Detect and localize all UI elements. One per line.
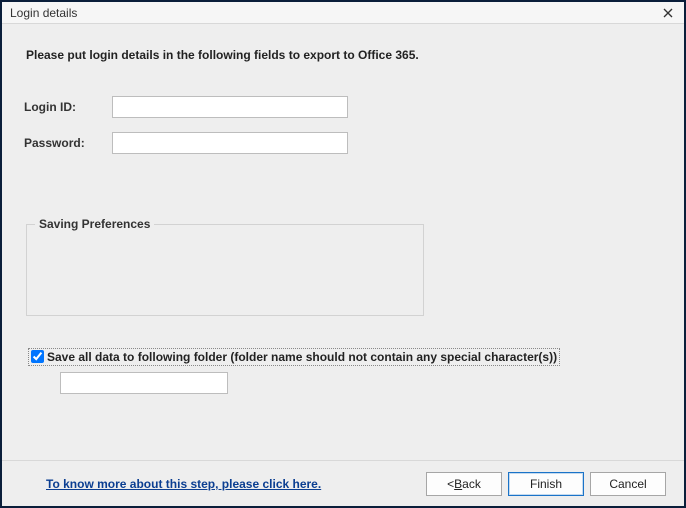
login-id-row: Login ID:	[24, 96, 662, 118]
cancel-button[interactable]: Cancel	[590, 472, 666, 496]
password-label: Password:	[24, 136, 112, 150]
back-button[interactable]: < Back	[426, 472, 502, 496]
login-id-label: Login ID:	[24, 100, 112, 114]
password-input[interactable]	[112, 132, 348, 154]
instruction-text: Please put login details in the followin…	[26, 48, 662, 62]
save-folder-section: Save all data to following folder (folde…	[28, 348, 662, 395]
titlebar: Login details	[2, 2, 684, 24]
save-folder-label: Save all data to following folder (folde…	[47, 350, 557, 364]
help-link[interactable]: To know more about this step, please cli…	[46, 477, 321, 491]
folder-name-input[interactable]	[60, 372, 228, 394]
finish-button[interactable]: Finish	[508, 472, 584, 496]
dialog-footer: To know more about this step, please cli…	[2, 460, 684, 506]
login-details-dialog: Login details Please put login details i…	[0, 0, 686, 508]
save-folder-checkbox[interactable]	[31, 350, 44, 363]
window-title: Login details	[10, 6, 658, 20]
dialog-content: Please put login details in the followin…	[2, 24, 684, 460]
close-button[interactable]	[658, 5, 678, 21]
login-id-input[interactable]	[112, 96, 348, 118]
save-folder-option[interactable]: Save all data to following folder (folde…	[28, 348, 560, 366]
saving-preferences-legend: Saving Preferences	[35, 217, 154, 231]
password-row: Password:	[24, 132, 662, 154]
close-icon	[663, 8, 673, 18]
saving-preferences-group: Saving Preferences	[26, 224, 424, 316]
